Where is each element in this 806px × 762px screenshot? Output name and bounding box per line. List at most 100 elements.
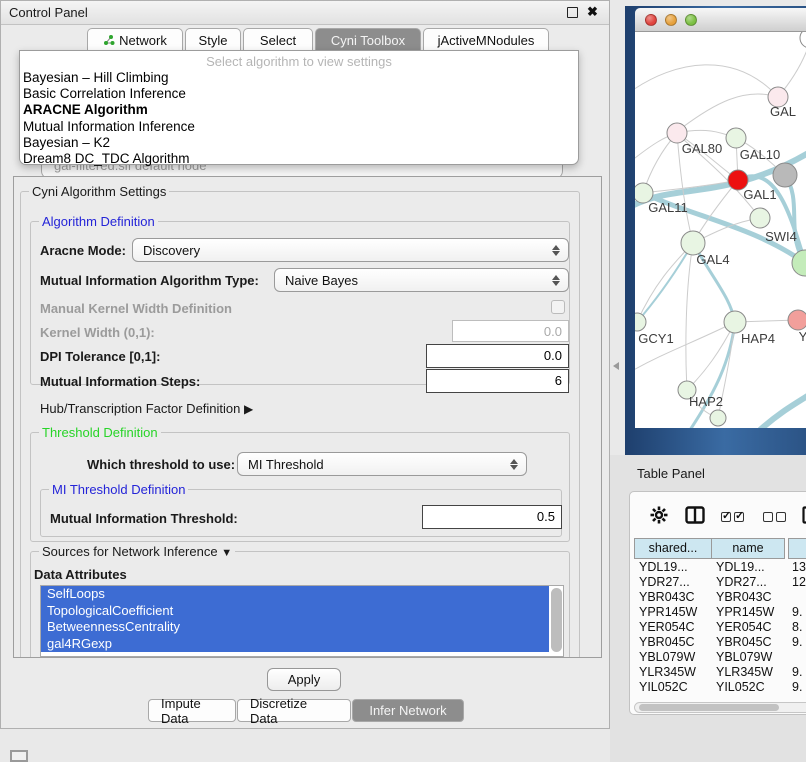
table-cell: 12	[792, 575, 806, 589]
network-node-hap4[interactable]	[724, 311, 746, 333]
which-threshold-combo[interactable]: MI Threshold	[237, 452, 527, 476]
table-cell: YER054C	[639, 620, 709, 634]
network-node-y[interactable]	[788, 310, 806, 330]
table-row[interactable]: YBR045CYBR045C9.	[634, 635, 806, 650]
mi-type-combo[interactable]: Naive Bayes	[274, 268, 569, 292]
table-row[interactable]: YER054C YER054C 8.	[634, 620, 806, 635]
network-node-gcy1[interactable]	[635, 313, 646, 331]
network-edge[interactable]	[675, 94, 778, 133]
table-row[interactable]: YLR345WYLR345W9.	[634, 665, 806, 680]
tab-label: Network	[119, 33, 167, 48]
attribute-item[interactable]: gal4RGexp	[41, 636, 549, 653]
table-cell: YER054C	[716, 620, 786, 634]
network-edge[interactable]	[760, 390, 806, 428]
network-edge[interactable]	[637, 243, 693, 322]
bottom-tab-infer-network[interactable]: Infer Network	[352, 699, 464, 722]
tab-style[interactable]: Style	[185, 28, 241, 51]
column-header-partial[interactable]	[788, 538, 806, 559]
mi-threshold-field[interactable]: 0.5	[422, 505, 562, 529]
tab-select[interactable]: Select	[243, 28, 313, 51]
dropdown-item[interactable]: Bayesian – K2	[20, 134, 578, 150]
gear-icon[interactable]	[650, 506, 668, 524]
network-edge[interactable]	[686, 243, 693, 390]
network-canvas[interactable]: GALGAL80GAL10GAL1GAL11SWI4GAL4GCY1HAP4YH…	[635, 32, 806, 428]
table-row[interactable]: YBR043C YBR043C	[634, 590, 806, 605]
network-node-gal10[interactable]	[726, 128, 746, 148]
dropdown-item[interactable]: ARACNE Algorithm	[20, 101, 578, 117]
column-header-shared-name[interactable]: shared...	[634, 538, 712, 559]
table-cell: YPR145W	[716, 605, 786, 619]
table-row[interactable]: YIL052CYIL052C9.	[634, 680, 806, 695]
network-node[interactable]	[710, 410, 726, 426]
table-cell: YBR043C	[639, 590, 709, 604]
control-panel-title: Control Panel	[9, 5, 88, 20]
tab-label: jActiveMNodules	[438, 33, 535, 48]
zoom-traffic-light-icon[interactable]	[685, 14, 697, 26]
network-node[interactable]	[773, 163, 797, 187]
deselect-all-checkboxes-icon[interactable]	[763, 509, 789, 527]
dropdown-item[interactable]: Bayesian – Hill Climbing	[20, 69, 578, 85]
document-icon[interactable]	[802, 506, 806, 524]
tab-network[interactable]: Network	[87, 28, 183, 51]
dropdown-item[interactable]: Mutual Information Inference	[20, 118, 578, 134]
table-cell: 8.	[792, 620, 806, 634]
network-node-swi4[interactable]	[750, 208, 770, 228]
kernel-width-field[interactable]: 0.0	[452, 320, 569, 342]
table-cell: YBL079W	[639, 650, 709, 664]
minimize-traffic-light-icon[interactable]	[665, 14, 677, 26]
select-all-checkboxes-icon[interactable]	[721, 509, 747, 527]
table-row[interactable]: YDL19...YDL19...13	[634, 560, 806, 575]
table-cell: YBR043C	[716, 590, 786, 604]
close-icon[interactable]: ✖	[587, 4, 598, 20]
column-header-name[interactable]: name	[711, 538, 785, 559]
split-columns-icon[interactable]	[685, 506, 705, 524]
panel-grip-icon[interactable]	[10, 750, 28, 762]
data-attributes-label: Data Attributes	[34, 567, 127, 582]
dropdown-item[interactable]: Dream8 DC_TDC Algorithm	[20, 150, 578, 166]
attribute-item[interactable]: BetweennessCentrality	[41, 619, 549, 636]
dropdown-item[interactable]: Basic Correlation Inference	[20, 85, 578, 101]
network-node[interactable]	[800, 32, 806, 48]
tab-jactivemnodules[interactable]: jActiveMNodules	[423, 28, 549, 51]
dpi-tolerance-field[interactable]: 0.0	[426, 344, 569, 368]
apply-button[interactable]: Apply	[267, 668, 341, 691]
table-row[interactable]: YDR27...YDR27...12	[634, 575, 806, 590]
table-cell: YDL19...	[716, 560, 786, 574]
collapse-down-icon[interactable]: ▼	[221, 547, 232, 559]
hub-definition-toggle[interactable]: Hub/Transcription Factor Definition ▶	[40, 401, 253, 416]
bottom-tab-discretize-data[interactable]: Discretize Data	[237, 699, 351, 722]
tab-bar: Network Style Select Cyni Toolbox jActiveMNo…	[1, 28, 609, 51]
table-row[interactable]: YBL079WYBL079W	[634, 650, 806, 665]
which-threshold-value: MI Threshold	[238, 457, 506, 472]
table-horizontal-scrollbar[interactable]	[634, 702, 806, 713]
close-traffic-light-icon[interactable]	[645, 14, 657, 26]
expand-right-icon[interactable]: ▶	[244, 402, 253, 416]
threshold-definition-title: Threshold Definition	[39, 425, 161, 440]
manual-kernel-checkbox[interactable]	[551, 300, 565, 314]
table-cell: 9.	[792, 665, 806, 679]
network-node-gal80[interactable]	[667, 123, 687, 143]
mi-steps-field[interactable]: 6	[426, 369, 569, 393]
tab-label: Select	[260, 33, 296, 48]
bottom-tab-bar: Impute DataDiscretize DataInfer Network	[1, 699, 609, 723]
table-panel-title: Table Panel	[637, 466, 705, 481]
list-scrollbar[interactable]	[551, 588, 562, 652]
network-edge[interactable]	[635, 65, 778, 97]
aracne-mode-combo[interactable]: Discovery	[132, 238, 569, 262]
network-edge[interactable]	[635, 322, 735, 372]
attribute-item[interactable]: TopologicalCoefficient	[41, 603, 549, 620]
table-cell: 9.	[792, 635, 806, 649]
cyni-settings-pane: Cyni Algorithm Settings Algorithm Defini…	[13, 176, 602, 658]
table-row[interactable]: YPR145WYPR145W9.	[634, 605, 806, 620]
float-window-icon[interactable]	[567, 7, 578, 18]
tab-cyni-toolbox[interactable]: Cyni Toolbox	[315, 28, 421, 51]
bottom-tab-impute-data[interactable]: Impute Data	[148, 699, 236, 722]
table-panel: shared... name YDL19...YDL19...13YDR27..…	[629, 491, 806, 715]
scrollbar-thumb[interactable]	[639, 704, 779, 711]
network-edge[interactable]	[637, 243, 693, 322]
panel-divider-handle-icon[interactable]	[613, 362, 619, 370]
attribute-item[interactable]: SelfLoops	[41, 586, 549, 603]
cyni-algorithm-settings-title: Cyni Algorithm Settings	[29, 184, 169, 199]
node-label: GAL4	[696, 252, 729, 267]
table-cell: 9.	[792, 605, 806, 619]
